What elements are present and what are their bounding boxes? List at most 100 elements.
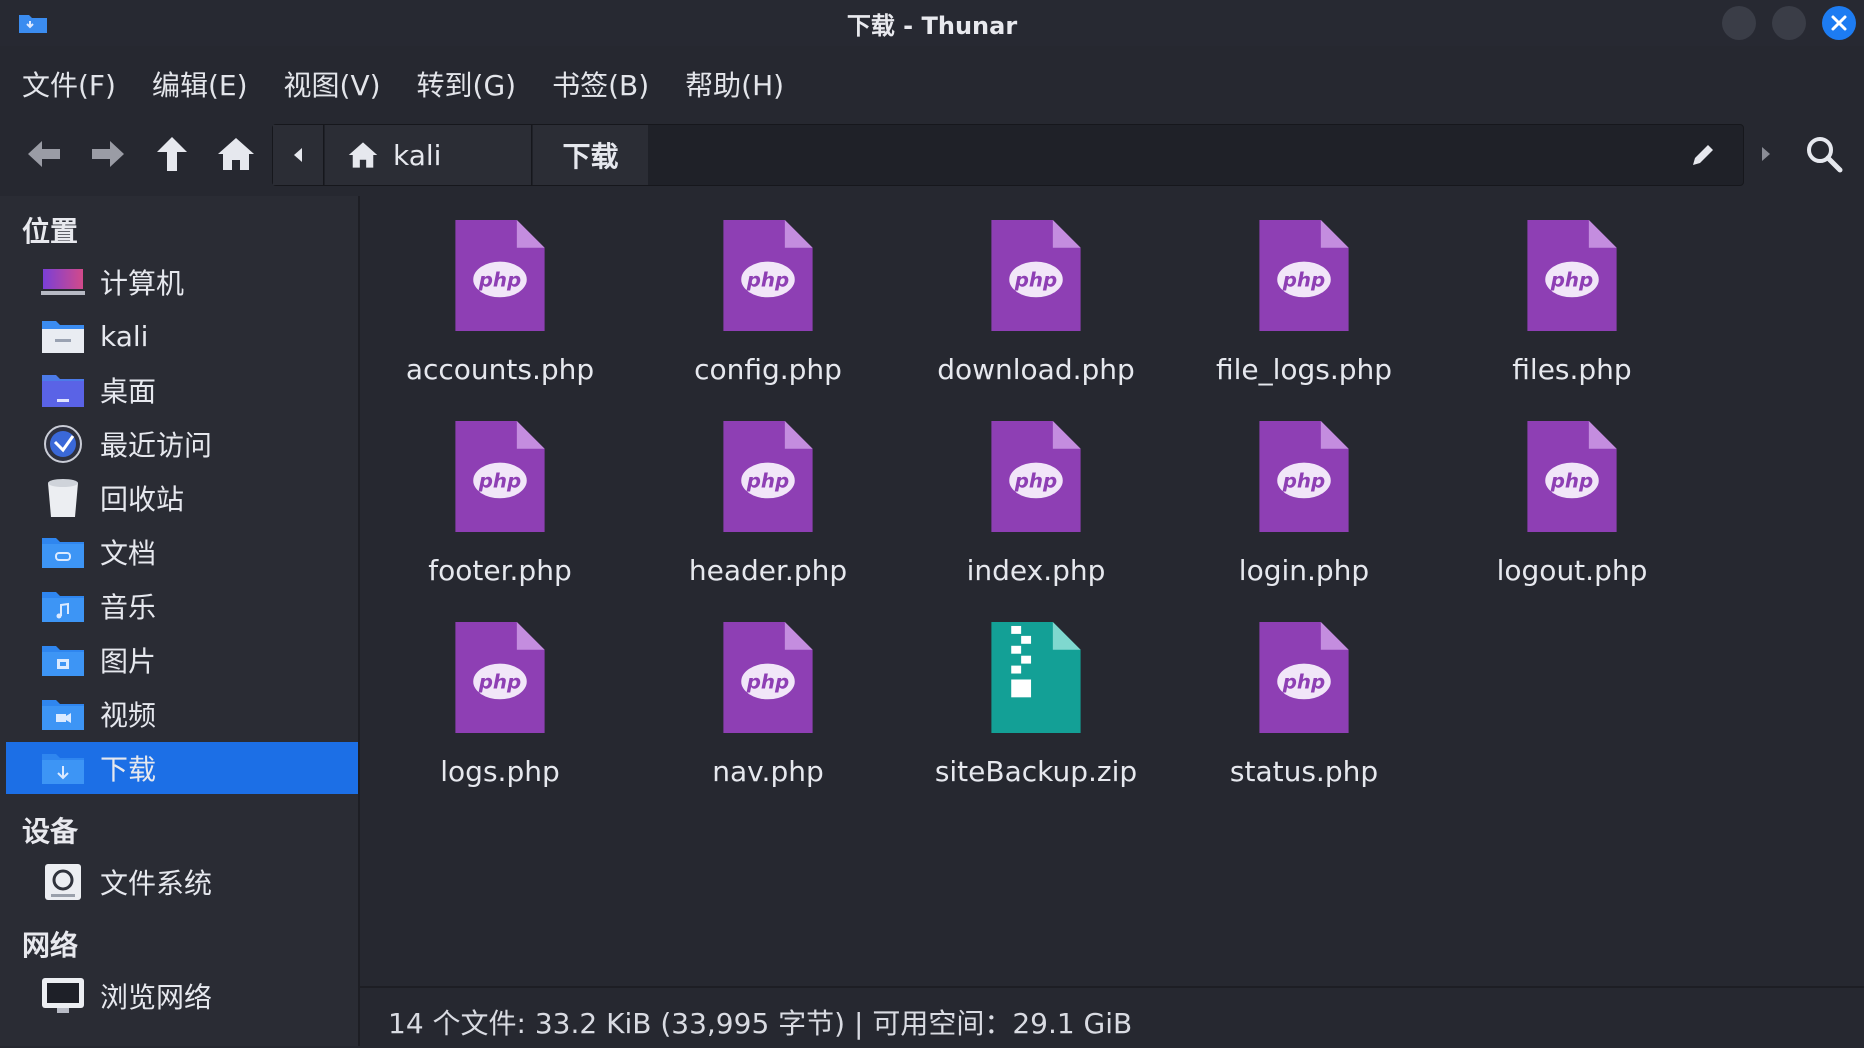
svg-text:php: php [478,268,521,291]
sidebar-item-desktop[interactable]: 桌面 [6,364,358,416]
php-file-icon: php [1527,421,1617,532]
file-item[interactable]: php files.php [1457,196,1687,386]
sidebar-item-browse-network[interactable]: 浏览网络 [6,970,358,1022]
sidebar-item-filesystem[interactable]: 文件系统 [6,856,358,908]
menu-bookmarks[interactable]: 书签(B) [552,64,649,104]
file-name: nav.php [712,755,824,788]
sidebar-item-kali[interactable]: kali [6,310,358,362]
svg-text:php: php [1282,268,1325,291]
sidebar-item-recent[interactable]: 最近访问 [6,418,358,470]
file-name: accounts.php [405,353,595,386]
path-scroll-left-button[interactable] [273,125,324,185]
svg-text:php: php [1550,268,1593,291]
file-name: config.php [694,353,842,386]
file-item[interactable]: php login.php [1189,397,1419,587]
svg-text:php: php [478,670,521,693]
sidebar: 位置 计算机 kali 桌面 最近访问 回收站 文档 音乐 图片 视频 下载 设… [0,196,358,1046]
file-item[interactable]: php nav.php [653,598,883,788]
path-bar: kali 下载 [272,124,1744,186]
sidebar-item-music[interactable]: 音乐 [6,580,358,632]
home-icon [348,142,378,168]
sidebar-item-computer[interactable]: 计算机 [6,256,358,308]
file-name: files.php [1512,353,1632,386]
desktop-folder-icon [40,370,86,410]
sidebar-item-label: 桌面 [100,375,157,408]
file-item[interactable]: siteBackup.zip [921,598,1151,788]
close-button[interactable] [1822,6,1856,40]
file-item[interactable]: php logs.php [385,598,615,788]
file-name: logout.php [1496,554,1648,587]
title-bar: 下载 - Thunar [0,0,1864,46]
maximize-button[interactable] [1772,6,1806,40]
file-item[interactable]: php status.php [1189,598,1419,788]
file-view: php accounts.php php config.php php down… [360,196,1864,986]
file-item[interactable]: php accounts.php [385,196,615,386]
back-button[interactable] [22,132,66,176]
sidebar-item-label: 图片 [100,645,157,678]
file-item[interactable]: php download.php [921,196,1151,386]
file-item[interactable]: php header.php [653,397,883,587]
svg-text:php: php [1550,469,1593,492]
file-item[interactable]: php index.php [921,397,1151,587]
home-button[interactable] [214,132,258,176]
file-name: status.php [1229,755,1379,788]
php-file-icon: php [1527,220,1617,331]
edit-path-button[interactable] [1683,135,1723,175]
php-file-icon: php [723,220,813,331]
sidebar-item-videos[interactable]: 视频 [6,688,358,740]
minimize-button[interactable] [1722,6,1756,40]
sidebar-item-label: 计算机 [100,267,185,300]
file-item[interactable]: php logout.php [1457,397,1687,587]
computer-icon [40,262,86,302]
sidebar-item-label: 浏览网络 [100,981,213,1014]
file-item[interactable]: php config.php [653,196,883,386]
php-file-icon: php [1259,622,1349,733]
pencil-icon [1693,145,1713,165]
videos-folder-icon [40,694,86,734]
menu-go[interactable]: 转到(G) [417,64,517,104]
breadcrumb-home-label: kali [393,138,442,172]
file-name: login.php [1238,554,1370,587]
sidebar-item-label: 回收站 [100,483,185,516]
arrow-left-icon [28,141,60,167]
php-file-icon: php [723,622,813,733]
file-item[interactable]: php footer.php [385,397,615,587]
sidebar-section-network: 网络 [22,929,79,962]
menu-bar: 文件(F) 编辑(E) 视图(V) 转到(G) 书签(B) 帮助(H) [0,58,798,110]
svg-text:php: php [746,268,789,291]
sidebar-item-label: kali [100,319,149,353]
drive-icon [40,862,86,902]
breadcrumb-home[interactable]: kali [325,125,532,185]
php-file-icon: php [455,421,545,532]
sidebar-section-places: 位置 [22,215,79,248]
arrow-up-icon [157,137,187,171]
trash-icon [40,478,86,518]
php-file-icon: php [1259,421,1349,532]
sidebar-item-documents[interactable]: 文档 [6,526,358,578]
menu-view[interactable]: 视图(V) [284,64,381,104]
sidebar-item-downloads[interactable]: 下载 [6,742,358,794]
forward-button[interactable] [86,132,130,176]
menu-edit[interactable]: 编辑(E) [152,64,248,104]
file-name: footer.php [428,554,572,587]
php-file-icon: php [455,220,545,331]
up-button[interactable] [150,132,194,176]
sidebar-item-trash[interactable]: 回收站 [6,472,358,524]
menu-file[interactable]: 文件(F) [22,64,116,104]
music-folder-icon [40,586,86,626]
status-bar: 14 个文件: 33.2 KiB (33,995 字节) | 可用空间：29.1… [360,986,1864,1048]
svg-text:php: php [1282,469,1325,492]
svg-text:php: php [1282,670,1325,693]
file-name: siteBackup.zip [934,755,1138,788]
sidebar-item-label: 最近访问 [100,429,213,462]
pictures-folder-icon [40,640,86,680]
file-name: file_logs.php [1215,353,1393,386]
breadcrumb-current[interactable]: 下载 [533,125,648,185]
path-scroll-right-button[interactable] [1742,124,1790,184]
sidebar-item-pictures[interactable]: 图片 [6,634,358,686]
file-item[interactable]: php file_logs.php [1189,196,1419,386]
search-button[interactable] [1800,130,1848,178]
menu-help[interactable]: 帮助(H) [685,64,784,104]
sidebar-item-label: 文件系统 [100,867,213,900]
file-name: download.php [937,353,1135,386]
